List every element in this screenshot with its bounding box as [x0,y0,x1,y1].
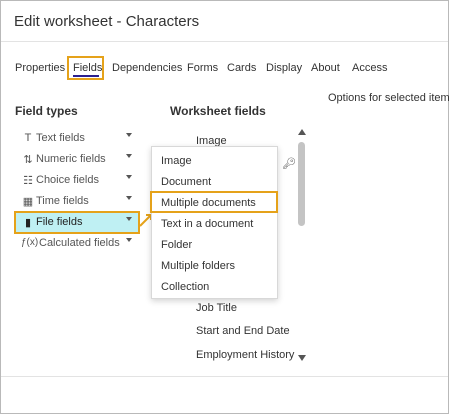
scroll-up-arrow-icon[interactable] [298,129,306,135]
dialog-header: Edit worksheet - Characters [1,1,448,42]
worksheet-field-item[interactable]: Start and End Date [196,325,290,337]
tab-dependencies[interactable]: Dependencies [112,61,182,75]
file-fields-dropdown-menu: Image Document Multiple documents Text i… [151,146,278,299]
field-type-label: Time fields [36,195,89,207]
menu-item-text-in-a-document[interactable]: Text in a document [161,218,253,230]
worksheet-fields-heading: Worksheet fields [170,104,266,118]
chevron-down-icon [126,133,132,137]
field-type-calculated-fields[interactable]: ƒ(x) Calculated fields [15,234,139,254]
worksheet-fields-scrollbar[interactable] [297,129,307,361]
list-icon: ☷ [23,175,33,187]
calendar-icon: ▦ [22,196,34,208]
field-type-label: Text fields [36,132,85,144]
highlight-box-multiple-documents [150,191,278,213]
tab-forms[interactable]: Forms [187,61,218,75]
scrollbar-thumb[interactable] [298,142,305,226]
field-type-label: Choice fields [36,174,99,186]
worksheet-field-item[interactable]: Job Title [196,302,237,314]
options-panel-label: Options for selected item [328,92,449,104]
key-icon: 🔑︎ [282,158,296,170]
footer-divider [1,376,448,377]
dialog-window: Edit worksheet - Characters Properties F… [0,0,449,414]
field-type-numeric-fields[interactable]: ⇅ Numeric fields [15,150,139,170]
tab-about[interactable]: About [311,61,340,75]
field-type-time-fields[interactable]: ▦ Time fields [15,192,139,212]
worksheet-field-item[interactable]: Employment History [196,349,294,361]
menu-item-folder[interactable]: Folder [161,239,192,251]
menu-item-collection[interactable]: Collection [161,281,209,293]
tab-access[interactable]: Access [352,61,387,75]
function-icon: ƒ(x) [21,237,39,248]
tab-cards[interactable]: Cards [227,61,256,75]
highlight-box-fields-tab [67,56,104,80]
chevron-down-icon [126,154,132,158]
chevron-down-icon [126,238,132,242]
menu-item-image[interactable]: Image [161,155,192,167]
dialog-title: Edit worksheet - Characters [14,13,200,30]
field-types-heading: Field types [15,104,78,118]
highlight-box-file-fields [14,211,140,234]
tab-properties[interactable]: Properties [15,61,65,75]
text-T-icon: T [24,132,32,144]
field-type-choice-fields[interactable]: ☷ Choice fields [15,171,139,191]
tab-display[interactable]: Display [266,61,302,75]
chevron-down-icon [126,196,132,200]
numeric-arrows-icon: ⇅ [23,154,33,166]
scroll-down-arrow-icon[interactable] [298,355,306,361]
menu-item-document[interactable]: Document [161,176,211,188]
menu-item-multiple-folders[interactable]: Multiple folders [161,260,235,272]
chevron-down-icon [126,175,132,179]
field-type-label: Numeric fields [36,153,106,165]
field-type-label: Calculated fields [39,237,120,249]
field-type-text-fields[interactable]: T Text fields [15,129,139,149]
